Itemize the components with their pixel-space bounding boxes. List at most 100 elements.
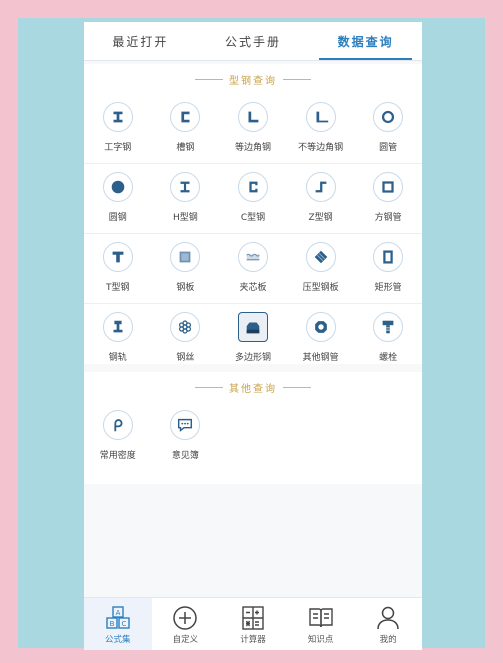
t-section-icon: [102, 242, 133, 272]
section-title: 型钢查询: [84, 64, 422, 94]
item-polygon-steel[interactable]: 多边形钢: [219, 304, 287, 373]
item-t-section[interactable]: T型钢: [84, 234, 152, 303]
i-beam-icon: [102, 102, 133, 132]
item-label: 钢板: [176, 283, 195, 293]
item-wire[interactable]: 钢丝: [152, 304, 220, 373]
nav-label: 知识点: [307, 634, 334, 645]
user-icon: [377, 606, 399, 629]
item-label: 不等边角钢: [298, 143, 344, 153]
item-label: Z型钢: [308, 213, 333, 223]
svg-text:C: C: [121, 620, 126, 628]
item-round-bar[interactable]: 圆钢: [84, 164, 152, 233]
phone-screen: 最近打开 公式手册 数据查询 型钢查询 工字钢 槽钢 等边角钢 不等边角钢 圆管…: [84, 22, 422, 650]
item-label: 等边角钢: [234, 143, 271, 153]
unequal-angle-icon: [305, 102, 336, 132]
item-channel-steel[interactable]: 槽钢: [152, 94, 220, 163]
top-tab-bar: 最近打开 公式手册 数据查询: [84, 22, 422, 61]
channel-steel-icon: [170, 102, 201, 132]
item-density[interactable]: 常用密度: [84, 402, 152, 471]
sandwich-panel-icon: [237, 242, 268, 272]
nav-label: 我的: [379, 634, 397, 645]
book-icon: [308, 607, 333, 627]
item-equal-angle[interactable]: 等边角钢: [219, 94, 287, 163]
svg-text:B: B: [109, 620, 114, 628]
item-steel-plate[interactable]: 钢板: [152, 234, 220, 303]
tab-recent[interactable]: 最近打开: [84, 22, 197, 60]
item-label: 多边形钢: [234, 353, 271, 363]
bolt-icon: [373, 312, 404, 342]
nav-label: 计算器: [240, 634, 266, 645]
item-profiled-sheet[interactable]: 压型钢板: [287, 234, 355, 303]
item-rectangular-tube[interactable]: 矩形管: [354, 234, 422, 303]
item-label: 工字钢: [104, 143, 132, 153]
section-title: 其他查询: [84, 372, 422, 402]
item-c-channel[interactable]: C型钢: [219, 164, 287, 233]
nav-custom[interactable]: 自定义: [152, 598, 220, 650]
item-square-tube[interactable]: 方钢管: [354, 164, 422, 233]
item-z-section[interactable]: Z型钢: [287, 164, 355, 233]
z-section-icon: [305, 172, 336, 202]
item-label: 其他钢管: [302, 353, 339, 363]
item-label: C型钢: [240, 213, 266, 223]
item-label: 螺栓: [379, 353, 398, 363]
item-round-pipe[interactable]: 圆管: [354, 94, 422, 163]
abc-blocks-icon: AB C: [106, 605, 130, 629]
grid-row: 钢轨 钢丝 多边形钢 其他钢管 螺栓: [84, 304, 422, 373]
section-title-text: 型钢查询: [229, 75, 277, 87]
nav-knowledge[interactable]: 知识点: [287, 598, 355, 650]
svg-text:A: A: [115, 609, 120, 617]
item-label: 方钢管: [374, 213, 402, 223]
h-beam-icon: [170, 172, 201, 202]
item-other-pipe[interactable]: 其他钢管: [287, 304, 355, 373]
tab-data-query[interactable]: 数据查询: [309, 22, 422, 60]
bottom-nav: ABC 公式集 自定义 计算器 知识点 我的: [84, 597, 422, 650]
grid-row: 常用密度 意见簿: [84, 402, 422, 471]
wire-icon: [170, 312, 201, 342]
item-bolt[interactable]: 螺栓: [354, 304, 422, 373]
other-pipe-icon: [305, 312, 336, 342]
equal-angle-icon: [237, 102, 268, 132]
nav-label: 自定义: [172, 634, 199, 645]
round-bar-icon: [102, 172, 133, 202]
item-label: H型钢: [173, 213, 198, 223]
grid-row: 工字钢 槽钢 等边角钢 不等边角钢 圆管: [84, 94, 422, 164]
density-icon: [102, 410, 133, 440]
profiled-sheet-icon: [305, 242, 336, 272]
rail-icon: [102, 312, 133, 342]
item-feedback[interactable]: 意见簿: [152, 402, 220, 471]
item-label: 夹芯板: [239, 283, 267, 293]
polygon-steel-icon: [237, 312, 268, 342]
grid-row: 圆钢 H型钢 C型钢 Z型钢 方钢管: [84, 164, 422, 234]
item-label: 槽钢: [176, 143, 195, 153]
c-channel-icon: [237, 172, 268, 202]
calculator-icon: [242, 605, 264, 630]
item-sandwich-panel[interactable]: 夹芯板: [219, 234, 287, 303]
item-i-beam[interactable]: 工字钢: [84, 94, 152, 163]
item-unequal-angle[interactable]: 不等边角钢: [287, 94, 355, 163]
round-pipe-icon: [373, 102, 404, 132]
nav-profile[interactable]: 我的: [354, 598, 422, 650]
feedback-icon: [170, 410, 201, 440]
section-other-query: 其他查询 常用密度 意见簿: [84, 372, 422, 484]
item-rail[interactable]: 钢轨: [84, 304, 152, 373]
item-label: T型钢: [106, 283, 130, 293]
plus-circle-icon: [173, 605, 198, 630]
section-steel-query: 型钢查询 工字钢 槽钢 等边角钢 不等边角钢 圆管 圆钢 H型钢 C型钢 Z型钢…: [84, 64, 422, 364]
item-label: 常用密度: [99, 451, 136, 461]
item-label: 圆钢: [108, 213, 127, 223]
item-label: 压型钢板: [302, 283, 339, 293]
nav-label: 公式集: [105, 634, 131, 645]
item-label: 钢轨: [108, 353, 127, 363]
section-title-text: 其他查询: [229, 383, 277, 395]
item-h-beam[interactable]: H型钢: [152, 164, 220, 233]
item-label: 矩形管: [374, 283, 402, 293]
rectangular-tube-icon: [373, 242, 404, 272]
nav-formula-set[interactable]: ABC 公式集: [84, 598, 152, 650]
tab-formula-handbook[interactable]: 公式手册: [197, 22, 310, 60]
item-label: 圆管: [379, 143, 398, 153]
item-label: 钢丝: [176, 353, 195, 363]
nav-calculator[interactable]: 计算器: [219, 598, 287, 650]
steel-plate-icon: [170, 242, 201, 272]
item-label: 意见簿: [171, 451, 199, 461]
square-tube-icon: [373, 172, 404, 202]
